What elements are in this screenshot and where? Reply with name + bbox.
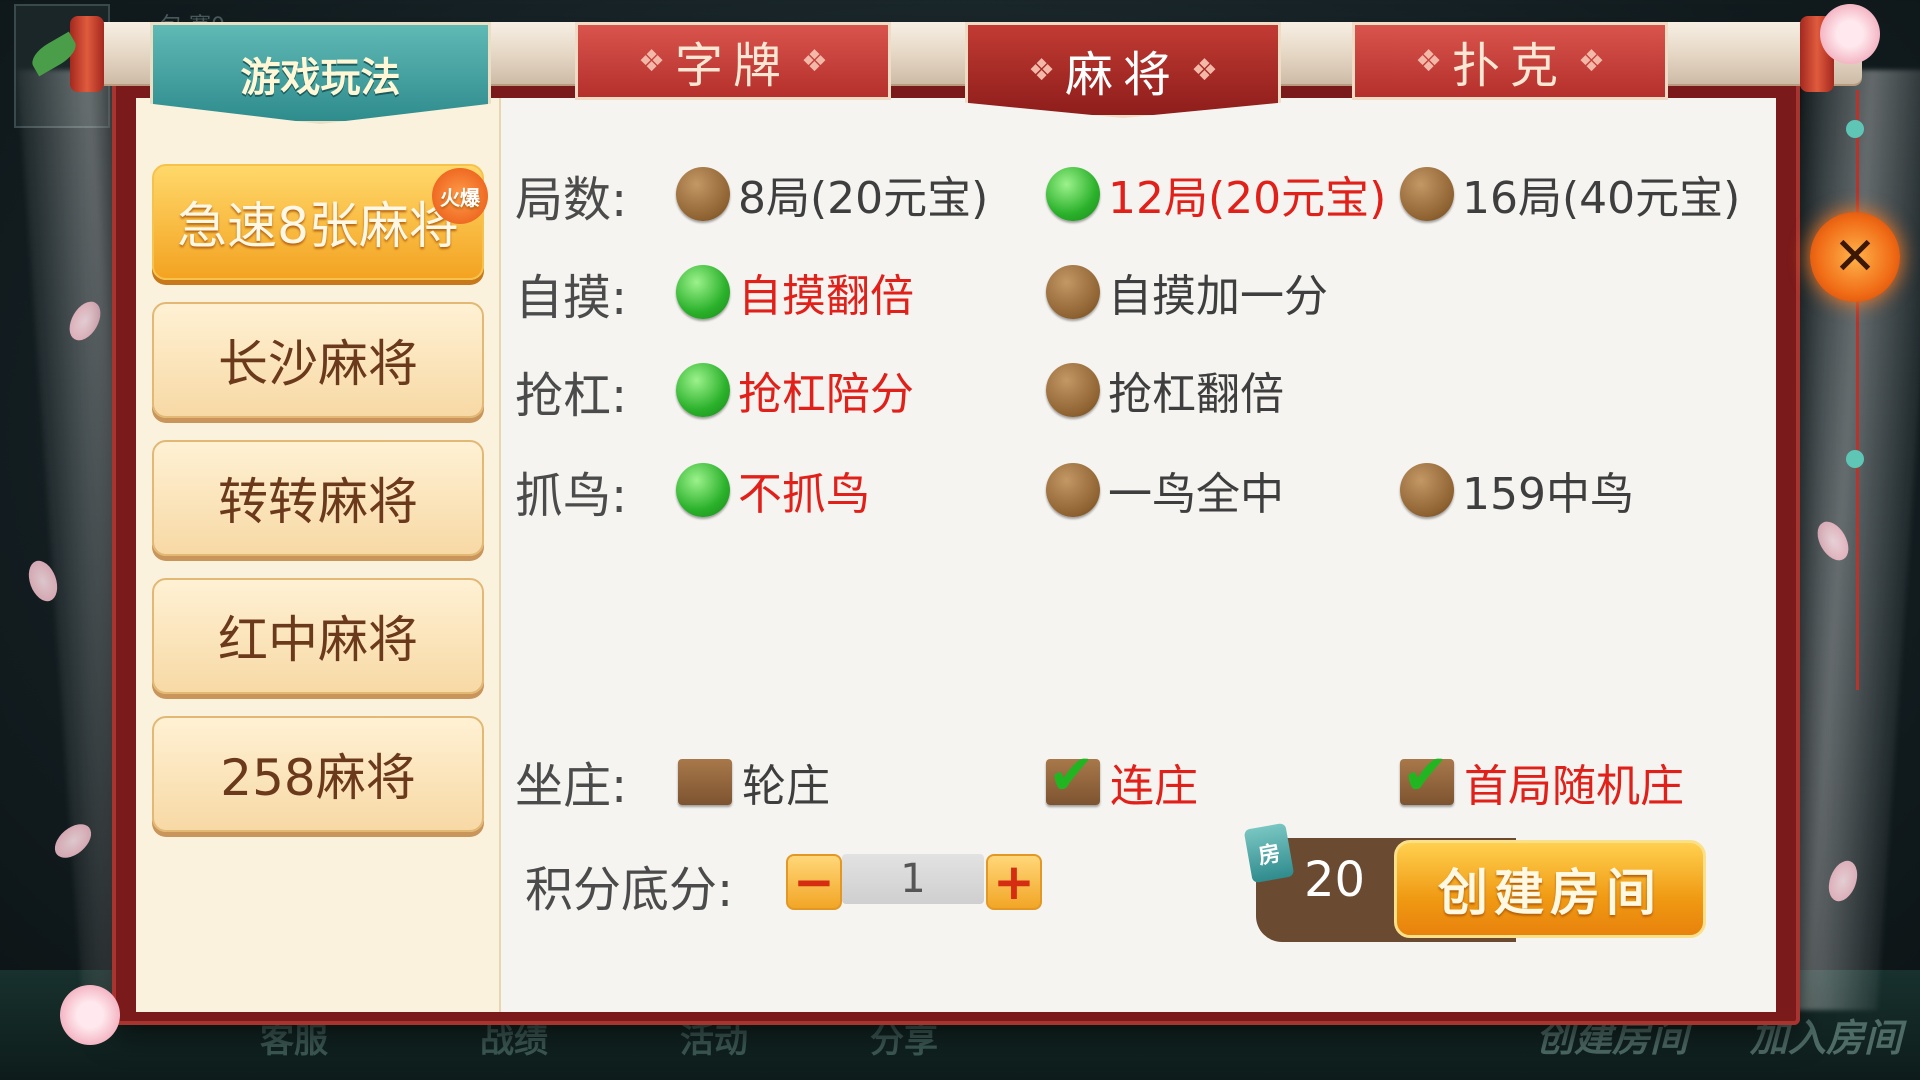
option-text: 一鸟全中: [1108, 469, 1284, 520]
tab-mahjong[interactable]: ❖ 麻将 ❖: [965, 22, 1281, 118]
mode-label: 红中麻将: [218, 611, 418, 669]
option-text: 自摸加一分: [1108, 271, 1328, 322]
option-text: 首局随机庄: [1464, 761, 1684, 812]
mode-fast-8-mahjong[interactable]: 急速8张麻将 火爆: [152, 164, 488, 280]
option-text: 159中鸟: [1462, 469, 1634, 520]
checkbox-icon: [678, 759, 732, 805]
option-text: 不抓鸟: [738, 469, 870, 520]
catch-bird-option-159[interactable]: 159中鸟: [1400, 458, 1634, 522]
radio-icon: [1046, 463, 1100, 517]
banker-option-consecutive[interactable]: ✔ 连庄: [1046, 743, 1198, 814]
radio-selected-icon: [676, 363, 730, 417]
hot-badge: 火爆: [432, 168, 488, 224]
tab-label: 字牌: [674, 38, 791, 94]
tab-label: 麻将: [1064, 47, 1181, 103]
tab-poker[interactable]: ❖ 扑克 ❖: [1352, 22, 1668, 100]
mode-hongzhong-mahjong[interactable]: 红中麻将: [152, 578, 484, 694]
checkbox-checked-icon: ✔: [1400, 743, 1454, 808]
mode-changsha-mahjong[interactable]: 长沙麻将: [152, 302, 484, 418]
lantern-string: [1856, 90, 1859, 690]
option-text: 12局(20元宝): [1108, 173, 1387, 224]
room-card-count: 20: [1304, 852, 1366, 908]
tab-label: 扑克: [1451, 38, 1568, 94]
rounds-option-12[interactable]: 12局(20元宝): [1046, 162, 1386, 226]
catch-bird-option-all[interactable]: 一鸟全中: [1046, 458, 1284, 522]
mode-zhuanzhuan-mahjong[interactable]: 转转麻将: [152, 440, 484, 556]
catch-bird-option-none[interactable]: 不抓鸟: [676, 458, 870, 522]
base-score-label: 积分底分:: [525, 862, 734, 918]
mode-label: 长沙麻将: [218, 335, 418, 393]
checkmark-icon: ✔: [1048, 743, 1095, 808]
option-text: 自摸翻倍: [738, 271, 914, 322]
ornament-icon: ❖: [1028, 52, 1055, 88]
radio-icon: [1046, 363, 1100, 417]
close-button[interactable]: ✕: [1810, 212, 1900, 302]
mode-label: 转转麻将: [218, 473, 418, 531]
checkbox-checked-icon: ✔: [1046, 743, 1100, 808]
mode-258-mahjong[interactable]: 258麻将: [152, 716, 484, 832]
mode-label: 258麻将: [220, 749, 416, 807]
ornament-icon: ❖: [1578, 43, 1605, 79]
dialog-title-text: 游戏玩法: [240, 55, 401, 101]
rob-kong-option-double[interactable]: 抢杠翻倍: [1046, 358, 1284, 422]
radio-selected-icon: [1046, 167, 1100, 221]
ornament-icon: ❖: [638, 43, 665, 79]
option-text: 抢杠陪分: [738, 369, 914, 420]
radio-selected-icon: [676, 265, 730, 319]
ornament-icon: ❖: [801, 43, 828, 79]
scroll-end-left: [70, 16, 104, 92]
option-text: 16局(40元宝): [1462, 173, 1741, 224]
self-draw-option-double[interactable]: 自摸翻倍: [676, 260, 914, 324]
option-text: 抢杠翻倍: [1108, 369, 1284, 420]
mode-label: 急速8张麻将: [177, 197, 459, 255]
banker-label: 坐庄:: [515, 758, 628, 814]
radio-icon: [1400, 463, 1454, 517]
banker-option-random-first[interactable]: ✔ 首局随机庄: [1400, 743, 1684, 814]
flower-decoration: [1820, 4, 1880, 64]
option-text: 连庄: [1110, 761, 1198, 812]
bead-decoration: [1846, 450, 1864, 468]
room-card-icon: 房: [1243, 822, 1295, 884]
self-draw-label: 自摸:: [515, 270, 628, 326]
tab-zipai[interactable]: ❖ 字牌 ❖: [575, 22, 891, 100]
bead-decoration: [1846, 120, 1864, 138]
ornament-icon: ❖: [1191, 52, 1218, 88]
base-score-value: 1: [842, 854, 984, 904]
option-text: 8局(20元宝): [738, 173, 989, 224]
ornament-icon: ❖: [1415, 43, 1442, 79]
dialog-title: 游戏玩法: [150, 22, 491, 124]
self-draw-option-plus-one[interactable]: 自摸加一分: [1046, 260, 1328, 324]
rob-kong-label: 抢杠:: [515, 368, 628, 424]
rounds-option-16[interactable]: 16局(40元宝): [1400, 162, 1740, 226]
rounds-label: 局数:: [515, 172, 628, 228]
radio-selected-icon: [676, 463, 730, 517]
rob-kong-option-pay[interactable]: 抢杠陪分: [676, 358, 914, 422]
flower-decoration: [60, 985, 120, 1045]
checkmark-icon: ✔: [1402, 743, 1449, 808]
close-icon: ✕: [1833, 227, 1877, 287]
radio-icon: [676, 167, 730, 221]
radio-icon: [1046, 265, 1100, 319]
rounds-option-8[interactable]: 8局(20元宝): [676, 162, 988, 226]
increase-button[interactable]: +: [986, 854, 1042, 910]
radio-icon: [1400, 167, 1454, 221]
option-text: 轮庄: [742, 761, 830, 812]
banker-option-rotate[interactable]: 轮庄: [678, 750, 830, 814]
catch-bird-label: 抓鸟:: [515, 468, 628, 524]
decrease-button[interactable]: −: [786, 854, 842, 910]
create-room-button[interactable]: 创建房间: [1394, 840, 1706, 938]
